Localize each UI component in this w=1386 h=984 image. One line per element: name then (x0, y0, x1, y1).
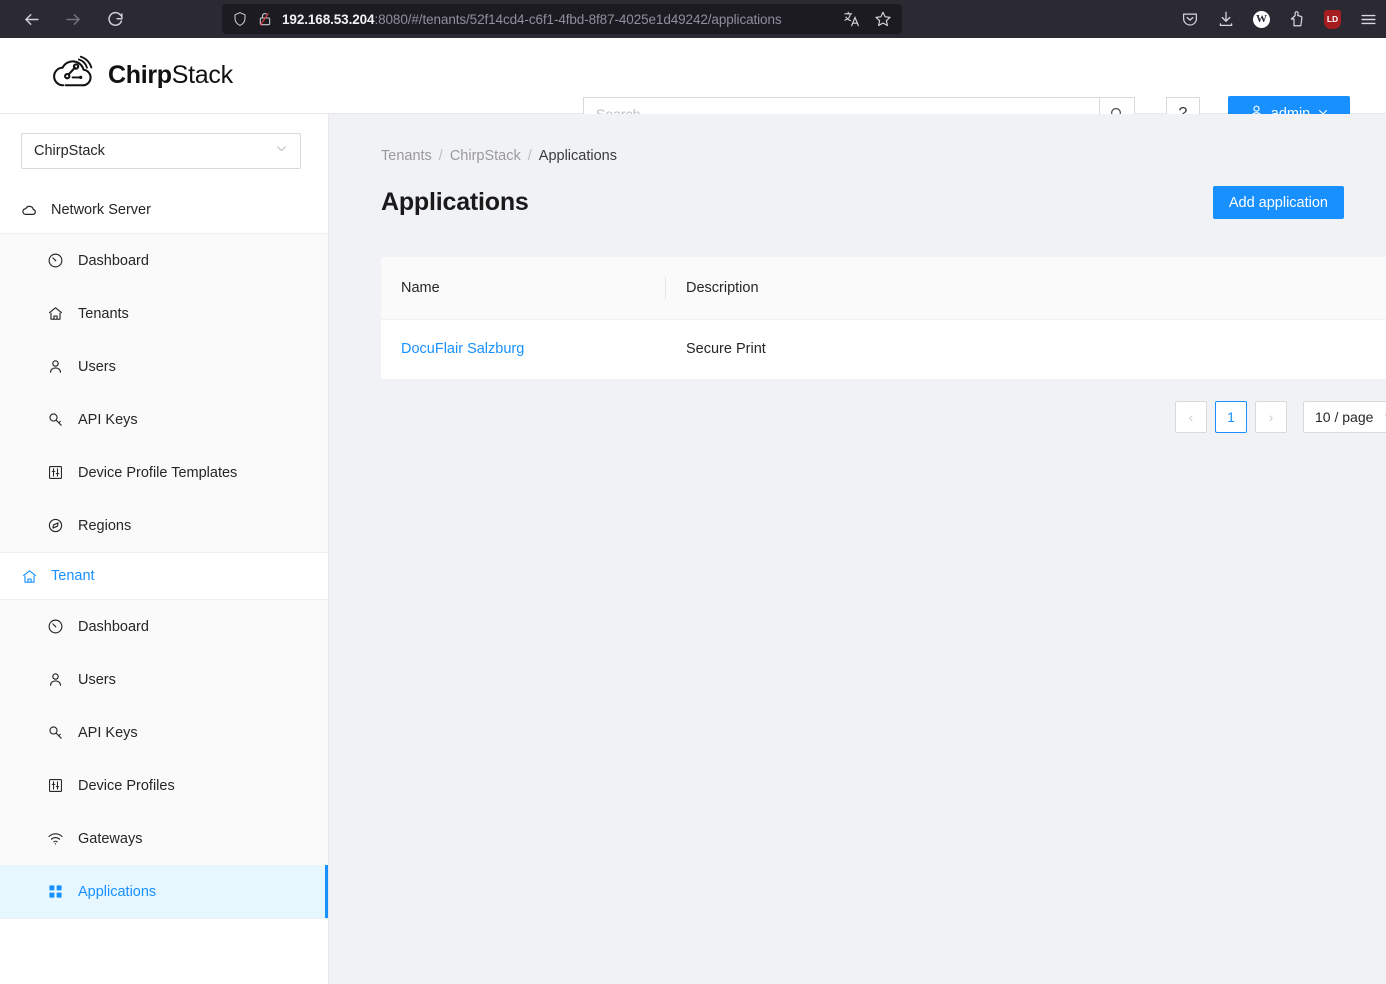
sidebar-item-ns-dashboard[interactable]: Dashboard (0, 234, 328, 287)
dashboard-gauge-icon (47, 618, 64, 635)
sidebar-item-label: Device Profiles (78, 778, 175, 794)
extension-w-icon[interactable]: W (1253, 11, 1270, 28)
home-icon (21, 568, 38, 585)
page-size-label: 10 / page (1315, 409, 1373, 425)
sidebar-section-label: Network Server (51, 202, 151, 218)
sidebar-item-label: API Keys (78, 412, 138, 428)
hamburger-menu-icon[interactable] (1359, 10, 1378, 29)
chirpstack-logo[interactable]: ChirpStack (50, 55, 233, 96)
table-body: DocuFlair Salzburg Secure Print (381, 319, 1386, 379)
browser-nav-buttons (10, 6, 128, 32)
table-head: Name Description (381, 257, 1386, 319)
breadcrumb-separator: / (439, 148, 443, 164)
pagination: ‹ 1 › 10 / page (381, 401, 1386, 433)
home-icon (47, 305, 64, 322)
tenant-selector[interactable]: ChirpStack (21, 133, 301, 169)
address-bar[interactable]: 192.168.53.204:8080/#/tenants/52f14cd4-c… (222, 4, 902, 34)
breadcrumb: Tenants / ChirpStack / Applications (381, 148, 1378, 164)
url-text: 192.168.53.204:8080/#/tenants/52f14cd4-c… (282, 12, 824, 27)
dashboard-gauge-icon (47, 252, 64, 269)
sidebar-item-ns-api-keys[interactable]: API Keys (0, 393, 328, 446)
reload-icon[interactable] (102, 6, 128, 32)
broken-lock-icon[interactable] (257, 11, 273, 27)
tenant-selector-value: ChirpStack (34, 143, 105, 159)
chevron-down-icon (275, 142, 288, 160)
column-header-description: Description (666, 257, 1386, 319)
pagination-next-button[interactable]: › (1255, 401, 1287, 433)
wifi-icon (47, 830, 64, 847)
user-icon (47, 671, 64, 688)
sidebar-item-label: Users (78, 359, 116, 375)
back-arrow-icon[interactable] (18, 6, 44, 32)
sliders-icon (47, 464, 64, 481)
sidebar-group-tenant: Dashboard Users API Keys Device Profiles (0, 599, 328, 919)
sidebar-item-label: API Keys (78, 725, 138, 741)
sliders-icon (47, 777, 64, 794)
extensions-icon[interactable] (1288, 10, 1306, 28)
address-bar-actions (833, 10, 892, 28)
sidebar-item-ns-device-profile-templates[interactable]: Device Profile Templates (0, 446, 328, 499)
sidebar-item-label: Device Profile Templates (78, 465, 237, 481)
translate-icon[interactable] (843, 10, 861, 28)
breadcrumb-separator: / (528, 148, 532, 164)
grid-icon (47, 883, 64, 900)
sidebar-item-tenant-device-profiles[interactable]: Device Profiles (0, 759, 328, 812)
extension-ld-icon[interactable]: LD (1324, 10, 1341, 29)
sidebar-item-label: Dashboard (78, 619, 149, 635)
sidebar-item-ns-regions[interactable]: Regions (0, 499, 328, 552)
key-icon (47, 411, 64, 428)
breadcrumb-item-applications: Applications (539, 148, 617, 164)
column-header-name: Name (381, 257, 666, 319)
sidebar-item-label: Applications (78, 884, 156, 900)
breadcrumb-item-chirpstack[interactable]: ChirpStack (450, 148, 521, 164)
logo-text: ChirpStack (108, 61, 233, 90)
sidebar: ChirpStack Network Server Dashboard (0, 114, 329, 984)
star-icon[interactable] (874, 10, 892, 28)
app-body: ChirpStack Network Server Dashboard (0, 114, 1386, 984)
sidebar-item-label: Gateways (78, 831, 142, 847)
application-link[interactable]: DocuFlair Salzburg (401, 341, 524, 357)
sidebar-group-network-server: Dashboard Tenants Users API Keys (0, 233, 328, 553)
sidebar-item-tenant-api-keys[interactable]: API Keys (0, 706, 328, 759)
cell-application-name: DocuFlair Salzburg (381, 319, 666, 379)
sidebar-item-ns-users[interactable]: Users (0, 340, 328, 393)
sidebar-item-label: Tenants (78, 306, 129, 322)
browser-toolbar: 192.168.53.204:8080/#/tenants/52f14cd4-c… (0, 0, 1386, 38)
page-size-selector[interactable]: 10 / page (1303, 401, 1386, 433)
pagination-page-1[interactable]: 1 (1215, 401, 1247, 433)
table-header-row: Name Description (381, 257, 1386, 319)
sidebar-item-tenant-users[interactable]: Users (0, 653, 328, 706)
sidebar-section-network-server[interactable]: Network Server (0, 187, 328, 233)
breadcrumb-item-tenants[interactable]: Tenants (381, 148, 432, 164)
sidebar-item-ns-tenants[interactable]: Tenants (0, 287, 328, 340)
sidebar-item-label: Regions (78, 518, 131, 534)
applications-table-card: Name Description DocuFlair Salzburg Secu… (381, 257, 1386, 379)
add-application-button[interactable]: Add application (1213, 186, 1344, 219)
pocket-icon[interactable] (1181, 10, 1199, 28)
forward-arrow-icon[interactable] (60, 6, 86, 32)
key-icon (47, 724, 64, 741)
table-row: DocuFlair Salzburg Secure Print (381, 319, 1386, 379)
sidebar-section-label: Tenant (51, 568, 95, 584)
chirpstack-cloud-logo (50, 55, 97, 96)
cell-application-description: Secure Print (666, 319, 1386, 379)
user-icon (47, 358, 64, 375)
page-title: Applications (381, 188, 529, 217)
sidebar-item-tenant-applications[interactable]: Applications (0, 865, 328, 918)
cloud-icon (21, 202, 38, 219)
compass-icon (47, 517, 64, 534)
main-content: Tenants / ChirpStack / Applications Appl… (329, 114, 1386, 984)
browser-extension-toolbar: W LD (1181, 0, 1378, 38)
sidebar-item-tenant-dashboard[interactable]: Dashboard (0, 600, 328, 653)
sidebar-item-label: Users (78, 672, 116, 688)
pagination-prev-button[interactable]: ‹ (1175, 401, 1207, 433)
applications-table: Name Description DocuFlair Salzburg Secu… (381, 257, 1386, 379)
sidebar-item-tenant-gateways[interactable]: Gateways (0, 812, 328, 865)
sidebar-section-tenant[interactable]: Tenant (0, 553, 328, 599)
app-header: ChirpStack ? admin (0, 38, 1386, 114)
shield-icon[interactable] (232, 11, 248, 27)
sidebar-item-label: Dashboard (78, 253, 149, 269)
page-header-row: Applications Add application (381, 186, 1378, 219)
download-icon[interactable] (1217, 10, 1235, 28)
